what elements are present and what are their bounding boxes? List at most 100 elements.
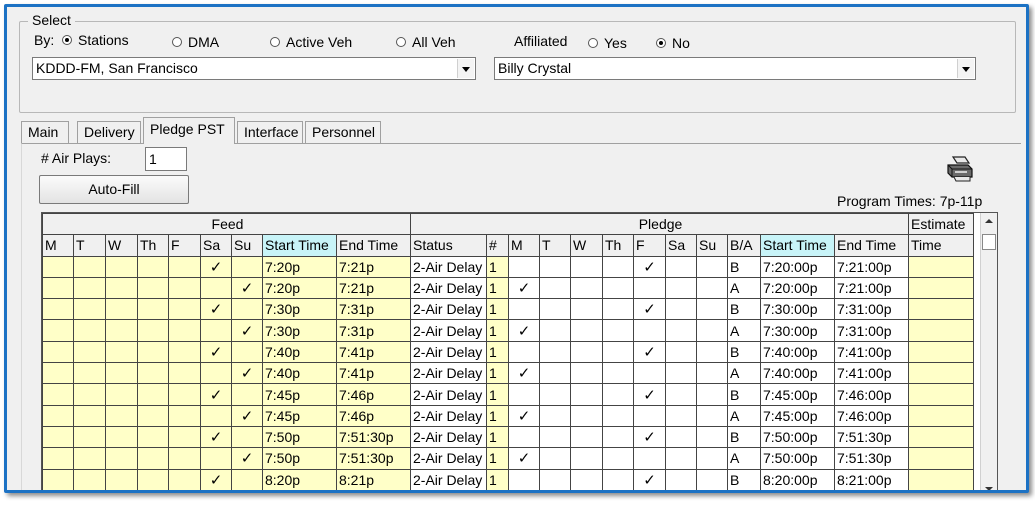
count-cell[interactable]: 1: [486, 425, 509, 449]
table-row[interactable]: ✓ 7:30p 7:31p 2-Air Delay 1 ✓ A 7:30:00p 7:31:00…: [42, 319, 974, 342]
pledge-end-cell[interactable]: 7:31:00p: [834, 319, 909, 342]
pledge-day-cell[interactable]: ✓: [633, 468, 666, 490]
pledge-end-cell[interactable]: 7:31:00p: [834, 298, 909, 321]
air-plays-input[interactable]: 1: [145, 147, 187, 171]
printer-icon[interactable]: [945, 155, 975, 183]
pledge-day-cell[interactable]: [665, 362, 697, 385]
pledge-day-cell[interactable]: [602, 425, 634, 449]
estimate-time-cell[interactable]: [908, 276, 974, 300]
feed-day-cell[interactable]: [168, 362, 201, 385]
pledge-day-cell[interactable]: [696, 319, 728, 342]
table-row[interactable]: ✓ 7:40p 7:41p 2-Air Delay 1 ✓ A 7:40:00p 7:41:00…: [42, 362, 974, 385]
table-row[interactable]: ✓ 7:20p 7:21p 2-Air Delay 1 ✓ B 7:20:00p 7:21:00…: [42, 255, 974, 278]
column-header[interactable]: Th: [137, 234, 169, 257]
pledge-day-cell[interactable]: [696, 404, 728, 427]
ba-cell[interactable]: A: [727, 404, 761, 427]
pledge-end-cell[interactable]: 7:46:00p: [834, 383, 909, 406]
estimate-time-cell[interactable]: [908, 319, 974, 342]
feed-end-cell[interactable]: 7:46p: [336, 383, 411, 406]
pledge-day-cell[interactable]: [570, 319, 603, 342]
pledge-end-cell[interactable]: 8:21:00p: [834, 468, 909, 490]
feed-day-cell[interactable]: [42, 276, 74, 300]
status-cell[interactable]: 2-Air Delay: [410, 362, 487, 385]
pledge-day-cell[interactable]: [696, 255, 728, 278]
feed-day-cell[interactable]: [137, 340, 169, 364]
estimate-time-cell[interactable]: [908, 255, 974, 278]
count-cell[interactable]: 1: [486, 447, 509, 470]
column-header[interactable]: Su: [231, 234, 263, 257]
feed-day-cell[interactable]: [137, 298, 169, 321]
pledge-day-cell[interactable]: [539, 319, 571, 342]
pledge-start-cell[interactable]: 8:20:00p: [760, 468, 835, 490]
status-cell[interactable]: 2-Air Delay: [410, 383, 487, 406]
feed-day-cell[interactable]: [105, 319, 138, 342]
feed-day-cell[interactable]: [200, 362, 232, 385]
column-header[interactable]: Start Time: [262, 234, 337, 257]
count-cell[interactable]: 1: [486, 404, 509, 427]
count-cell[interactable]: 1: [486, 340, 509, 364]
pledge-day-cell[interactable]: [602, 319, 634, 342]
feed-end-cell[interactable]: 7:41p: [336, 362, 411, 385]
ba-cell[interactable]: A: [727, 276, 761, 300]
feed-day-cell[interactable]: [73, 362, 106, 385]
feed-start-cell[interactable]: 7:40p: [262, 362, 337, 385]
column-header[interactable]: B/A: [727, 234, 761, 257]
feed-day-cell[interactable]: [168, 319, 201, 342]
feed-day-cell[interactable]: [73, 340, 106, 364]
pledge-end-cell[interactable]: 7:21:00p: [834, 276, 909, 300]
feed-day-cell[interactable]: [105, 383, 138, 406]
feed-day-cell[interactable]: [105, 447, 138, 470]
feed-day-cell[interactable]: [231, 425, 263, 449]
radio-dma[interactable]: DMA: [172, 34, 219, 50]
feed-day-cell[interactable]: [105, 255, 138, 278]
table-row[interactable]: ✓ 7:50p 7:51:30p 2-Air Delay 1 ✓ A 7:50:00p 7:51…: [42, 447, 974, 470]
feed-day-cell[interactable]: [73, 383, 106, 406]
pledge-day-cell[interactable]: [633, 319, 666, 342]
pledge-day-cell[interactable]: [602, 404, 634, 427]
pledge-start-cell[interactable]: 7:45:00p: [760, 404, 835, 427]
radio-yes-dot[interactable]: [588, 38, 598, 49]
pledge-day-cell[interactable]: [539, 425, 571, 449]
feed-end-cell[interactable]: 7:31p: [336, 298, 411, 321]
pledge-day-cell[interactable]: ✓: [633, 383, 666, 406]
feed-day-cell[interactable]: [200, 404, 232, 427]
feed-day-cell[interactable]: [137, 255, 169, 278]
feed-day-cell[interactable]: [42, 425, 74, 449]
feed-day-cell[interactable]: [137, 276, 169, 300]
pledge-day-cell[interactable]: [539, 340, 571, 364]
pledge-day-cell[interactable]: ✓: [633, 255, 666, 278]
feed-day-cell[interactable]: [168, 298, 201, 321]
status-cell[interactable]: 2-Air Delay: [410, 298, 487, 321]
ba-cell[interactable]: A: [727, 447, 761, 470]
feed-day-cell[interactable]: [105, 276, 138, 300]
feed-day-cell[interactable]: [42, 255, 74, 278]
pledge-day-cell[interactable]: [570, 447, 603, 470]
feed-day-cell[interactable]: [137, 404, 169, 427]
feed-day-cell[interactable]: ✓: [231, 404, 263, 427]
feed-start-cell[interactable]: 7:30p: [262, 319, 337, 342]
pledge-day-cell[interactable]: [602, 447, 634, 470]
pledge-day-cell[interactable]: [570, 340, 603, 364]
ba-cell[interactable]: B: [727, 425, 761, 449]
feed-day-cell[interactable]: [200, 276, 232, 300]
status-cell[interactable]: 2-Air Delay: [410, 255, 487, 278]
feed-end-cell[interactable]: 7:46p: [336, 404, 411, 427]
person-select[interactable]: Billy Crystal: [494, 57, 976, 80]
pledge-start-cell[interactable]: 7:40:00p: [760, 362, 835, 385]
pledge-start-cell[interactable]: 7:45:00p: [760, 383, 835, 406]
feed-day-cell[interactable]: [137, 319, 169, 342]
status-cell[interactable]: 2-Air Delay: [410, 425, 487, 449]
table-row[interactable]: ✓ 7:50p 7:51:30p 2-Air Delay 1 ✓ B 7:50:00p 7:51…: [42, 425, 974, 449]
feed-day-cell[interactable]: [168, 340, 201, 364]
count-cell[interactable]: 1: [486, 276, 509, 300]
feed-end-cell[interactable]: 7:51:30p: [336, 425, 411, 449]
pledge-day-cell[interactable]: [665, 340, 697, 364]
estimate-time-cell[interactable]: [908, 298, 974, 321]
tab-interface[interactable]: Interface: [237, 121, 303, 143]
column-header[interactable]: W: [105, 234, 138, 257]
pledge-day-cell[interactable]: [539, 468, 571, 490]
pledge-day-cell[interactable]: [665, 298, 697, 321]
table-row[interactable]: ✓ 7:20p 7:21p 2-Air Delay 1 ✓ A 7:20:00p 7:21:00…: [42, 276, 974, 300]
count-cell[interactable]: 1: [486, 298, 509, 321]
radio-active-veh-dot[interactable]: [270, 37, 280, 48]
